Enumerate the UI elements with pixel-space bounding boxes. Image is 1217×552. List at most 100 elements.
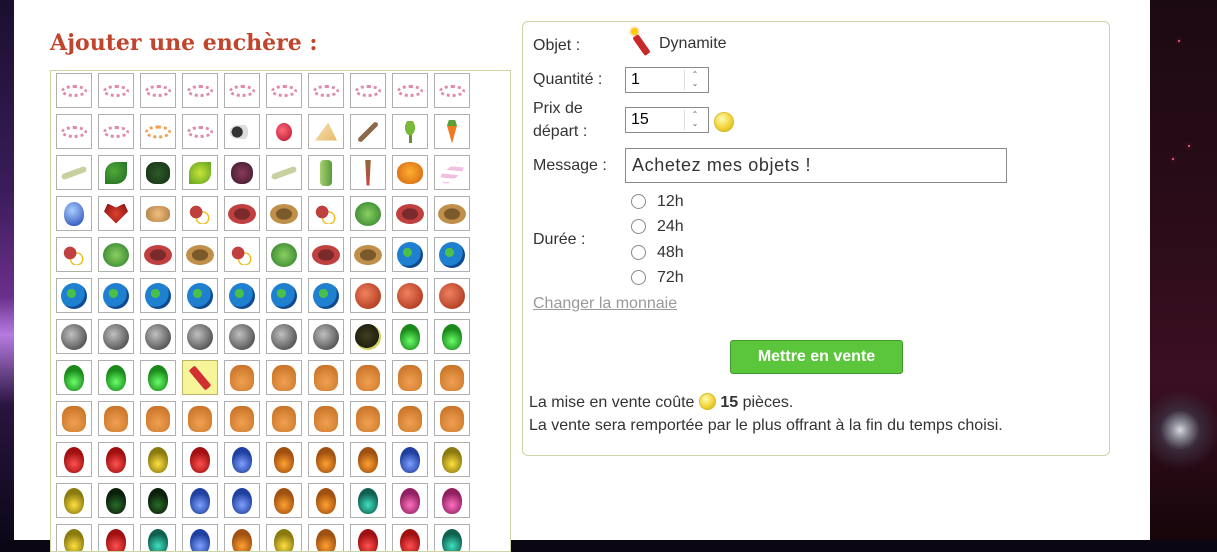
inventory-item[interactable] — [140, 278, 176, 313]
radio-72h[interactable] — [631, 270, 646, 285]
inventory-item[interactable] — [140, 319, 176, 354]
inventory-item[interactable] — [350, 237, 386, 272]
prix-spinner[interactable]: ⌃⌄ — [684, 110, 705, 130]
inventory-item[interactable] — [98, 196, 134, 231]
radio-12h[interactable] — [631, 194, 646, 209]
inventory-item[interactable] — [308, 278, 344, 313]
inventory-item[interactable] — [140, 360, 176, 395]
inventory-item[interactable] — [56, 155, 92, 190]
inventory-item[interactable] — [56, 114, 92, 149]
inventory-item[interactable] — [56, 196, 92, 231]
prix-input[interactable]: 15 ⌃⌄ — [625, 107, 709, 133]
inventory-item[interactable] — [350, 155, 386, 190]
inventory-item[interactable] — [266, 278, 302, 313]
inventory-item[interactable] — [56, 73, 92, 108]
inventory-item[interactable] — [224, 319, 260, 354]
inventory-item[interactable] — [56, 360, 92, 395]
inventory-item[interactable] — [308, 114, 344, 149]
inventory-item[interactable] — [392, 319, 428, 354]
inventory-item[interactable] — [266, 237, 302, 272]
inventory-item[interactable] — [392, 196, 428, 231]
inventory-item[interactable] — [434, 155, 470, 190]
inventory-item[interactable] — [182, 196, 218, 231]
inventory-item[interactable] — [350, 442, 386, 477]
inventory-item[interactable] — [266, 155, 302, 190]
inventory-item[interactable] — [224, 155, 260, 190]
inventory-item[interactable] — [98, 442, 134, 477]
inventory-item[interactable] — [182, 524, 218, 552]
inventory-item[interactable] — [392, 524, 428, 552]
inventory-item[interactable] — [224, 114, 260, 149]
inventory-item[interactable] — [182, 360, 218, 395]
inventory-item[interactable] — [434, 278, 470, 313]
inventory-item[interactable] — [98, 114, 134, 149]
inventory-item[interactable] — [140, 524, 176, 552]
inventory-item[interactable] — [392, 442, 428, 477]
inventory-item[interactable] — [56, 524, 92, 552]
inventory-item[interactable] — [434, 319, 470, 354]
inventory-item[interactable] — [224, 360, 260, 395]
inventory-item[interactable] — [266, 524, 302, 552]
inventory-item[interactable] — [56, 483, 92, 518]
inventory-item[interactable] — [350, 319, 386, 354]
inventory-item[interactable] — [350, 483, 386, 518]
inventory-item[interactable] — [308, 155, 344, 190]
inventory-item[interactable] — [266, 73, 302, 108]
inventory-item[interactable] — [266, 319, 302, 354]
radio-24h[interactable] — [631, 219, 646, 234]
inventory-item[interactable] — [308, 319, 344, 354]
inventory-item[interactable] — [56, 319, 92, 354]
inventory-item[interactable] — [350, 196, 386, 231]
inventory-item[interactable] — [224, 401, 260, 436]
inventory-item[interactable] — [350, 524, 386, 552]
inventory-item[interactable] — [98, 155, 134, 190]
inventory-item[interactable] — [182, 319, 218, 354]
inventory-item[interactable] — [350, 73, 386, 108]
inventory-item[interactable] — [308, 360, 344, 395]
inventory-item[interactable] — [98, 401, 134, 436]
inventory-item[interactable] — [224, 237, 260, 272]
inventory-item[interactable] — [434, 114, 470, 149]
inventory-item[interactable] — [140, 155, 176, 190]
inventory-item[interactable] — [140, 442, 176, 477]
inventory-item[interactable] — [140, 237, 176, 272]
inventory-item[interactable] — [266, 442, 302, 477]
inventory-item[interactable] — [98, 524, 134, 552]
sell-button[interactable]: Mettre en vente — [730, 340, 903, 374]
inventory-item[interactable] — [56, 278, 92, 313]
inventory-item[interactable] — [308, 237, 344, 272]
inventory-item[interactable] — [182, 73, 218, 108]
inventory-item[interactable] — [308, 483, 344, 518]
inventory-item[interactable] — [392, 114, 428, 149]
inventory-item[interactable] — [98, 278, 134, 313]
inventory-item[interactable] — [266, 196, 302, 231]
inventory-item[interactable] — [266, 114, 302, 149]
inventory-item[interactable] — [434, 483, 470, 518]
radio-48h[interactable] — [631, 245, 646, 260]
inventory-item[interactable] — [392, 155, 428, 190]
inventory-item[interactable] — [182, 483, 218, 518]
inventory-item[interactable] — [308, 73, 344, 108]
inventory-item[interactable] — [266, 483, 302, 518]
inventory-item[interactable] — [266, 360, 302, 395]
inventory-item[interactable] — [350, 401, 386, 436]
inventory-item[interactable] — [98, 73, 134, 108]
inventory-item[interactable] — [98, 237, 134, 272]
inventory-item[interactable] — [308, 442, 344, 477]
inventory-item[interactable] — [266, 401, 302, 436]
inventory-item[interactable] — [182, 278, 218, 313]
inventory-item[interactable] — [350, 278, 386, 313]
inventory-item[interactable] — [308, 401, 344, 436]
inventory-item[interactable] — [56, 442, 92, 477]
message-input[interactable]: Achetez mes objets ! — [625, 148, 1007, 183]
inventory-item[interactable] — [434, 237, 470, 272]
inventory-item[interactable] — [140, 114, 176, 149]
inventory-item[interactable] — [392, 401, 428, 436]
inventory-item[interactable] — [392, 237, 428, 272]
inventory-item[interactable] — [434, 401, 470, 436]
quantite-spinner[interactable]: ⌃⌄ — [684, 70, 705, 90]
inventory-item[interactable] — [392, 360, 428, 395]
inventory-item[interactable] — [140, 401, 176, 436]
inventory-item[interactable] — [392, 278, 428, 313]
inventory-item[interactable] — [224, 524, 260, 552]
